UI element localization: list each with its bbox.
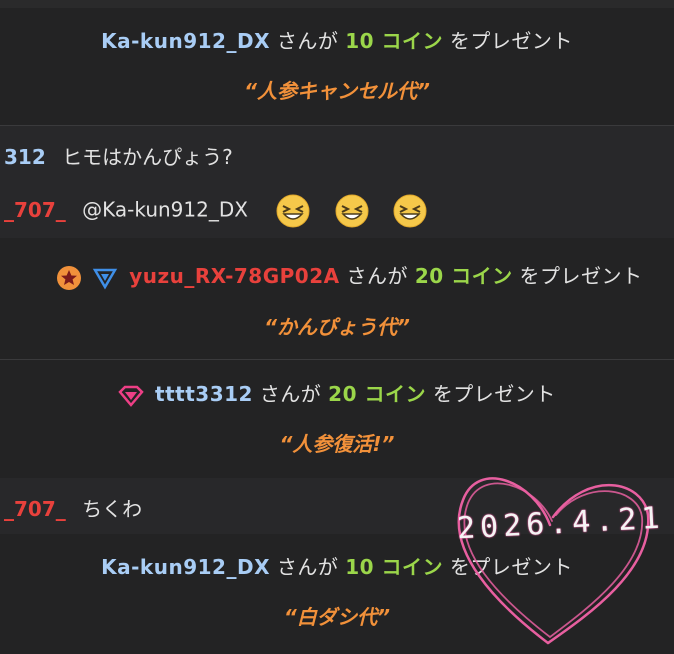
gift-action: をプレゼント (449, 29, 573, 53)
gift-coins: 20 コイン (328, 382, 426, 406)
gift-message: “人参キャンセル代” (244, 79, 430, 103)
gift-card: yuzu_RX-78GP02A さんが 20 コイン をプレゼント “かんぴょう… (0, 238, 674, 359)
chat-username[interactable]: _707_ (4, 497, 66, 521)
star-badge-icon (56, 265, 81, 290)
gift-particle: さんが (346, 264, 408, 288)
chat-row: 312 ヒモはかんぴょう? (4, 141, 233, 170)
gift-header: yuzu_RX-78GP02A さんが 20 コイン をプレゼント (12, 260, 674, 291)
top-divider (0, 0, 674, 8)
gift-card: Ka-kun912_DX さんが 10 コイン をプレゼント “人参キャンセル代… (0, 8, 674, 125)
gift-action: をプレゼント (432, 382, 556, 406)
gem-badge-icon (118, 385, 144, 407)
gift-username[interactable]: Ka-kun912_DX (101, 555, 270, 579)
gift-particle: さんが (259, 382, 322, 406)
chat-text: @Ka-kun912_DX (82, 197, 248, 222)
chat-row: _707_ ちくわ (4, 493, 142, 522)
gift-username[interactable]: yuzu_RX-78GP02A (129, 264, 339, 288)
grinning-emoji-icon (393, 194, 427, 228)
gift-action: をプレゼント (449, 555, 573, 579)
gift-action: をプレゼント (519, 264, 643, 288)
gift-particle: さんが (276, 555, 339, 579)
chat-username[interactable]: _707_ (4, 198, 66, 222)
gift-coins: 10 コイン (345, 555, 443, 579)
gift-particle: さんが (276, 29, 339, 53)
chat-text: ヒモはかんぴょう? (62, 145, 233, 169)
gift-coins: 10 コイン (345, 29, 443, 53)
gift-username[interactable]: Ka-kun912_DX (101, 29, 270, 53)
chat-text: ちくわ (82, 497, 143, 521)
gift-coins: 20 コイン (414, 264, 513, 288)
chat-row: _707_ @Ka-kun912_DX (4, 194, 427, 228)
gift-message: “白ダシ代” (283, 605, 391, 629)
gift-message: “人参復活!” (279, 432, 395, 456)
gift-message: “かんぴょう代” (264, 315, 410, 339)
chat-section: 312 ヒモはかんぴょう? _707_ @Ka-kun912_DX (0, 126, 674, 238)
gift-header: Ka-kun912_DX さんが 10 コイン をプレゼント (0, 25, 674, 54)
gift-card: Ka-kun912_DX さんが 10 コイン をプレゼント “白ダシ代” (0, 534, 674, 654)
gift-header: Ka-kun912_DX さんが 10 コイン をプレゼント (0, 551, 674, 580)
gift-username[interactable]: tttt3312 (155, 382, 253, 406)
gift-card: tttt3312 さんが 20 コイン をプレゼント “人参復活!” (0, 360, 674, 478)
grinning-emoji-icon (276, 194, 310, 228)
triangle-badge-icon (93, 268, 118, 289)
gift-header: tttt3312 さんが 20 コイン をプレゼント (0, 378, 674, 407)
grinning-emoji-icon (335, 194, 369, 228)
chat-username[interactable]: 312 (4, 145, 46, 169)
